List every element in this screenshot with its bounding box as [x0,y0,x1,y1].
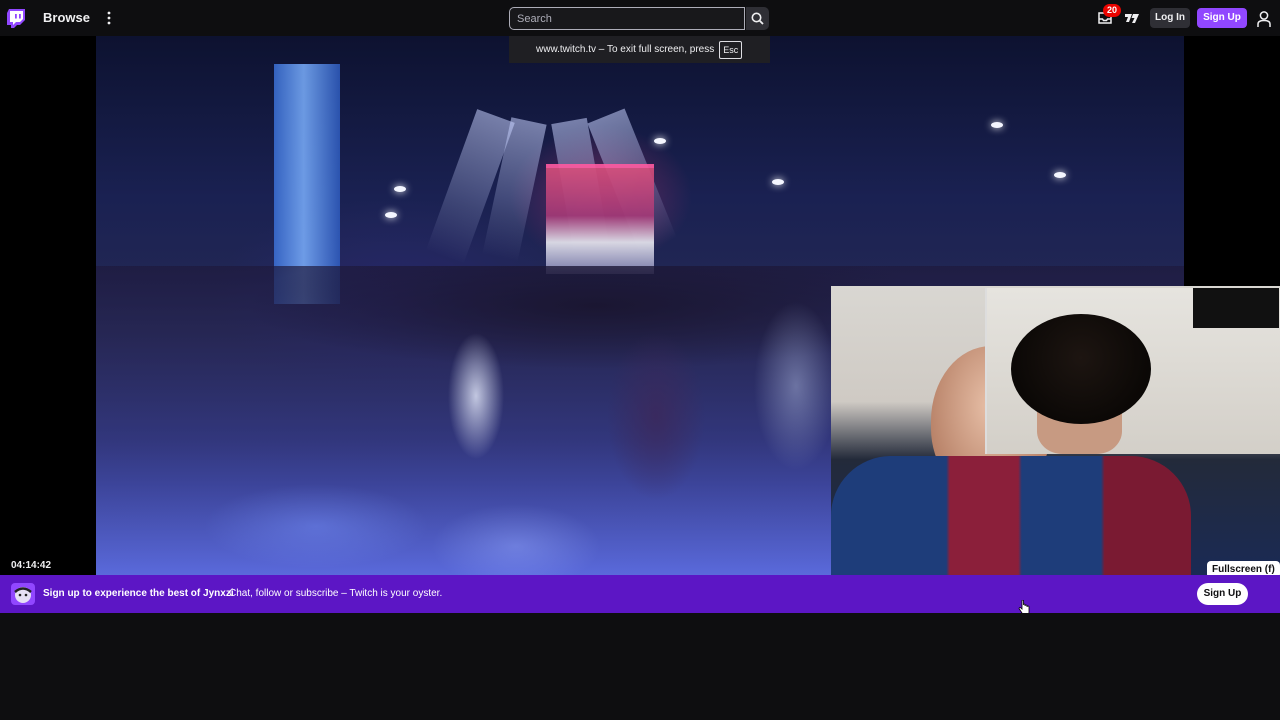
banner-subtitle: Chat, follow or subscribe – Twitch is yo… [229,588,443,599]
search-icon [751,12,764,25]
fullscreen-tooltip: Fullscreen (f) [1207,561,1280,575]
sign-up-button[interactable]: Sign Up [1197,8,1247,28]
fullscreen-notice-text: www.twitch.tv – To exit full screen, pre… [536,44,715,55]
streamer-webcam [831,286,1280,575]
esc-key-hint: Esc [719,40,743,59]
banner-sign-up-button[interactable]: Sign Up [1197,583,1248,605]
signup-banner: Sign up to experience the best of Jynxzi… [0,575,1280,613]
user-icon[interactable] [1256,10,1272,28]
search-button[interactable] [746,7,769,30]
top-navigation: Browse 20 Log In Sign Up [0,0,1280,36]
twitch-logo-icon[interactable] [7,9,25,28]
fullscreen-exit-notice: www.twitch.tv – To exit full screen, pre… [509,36,770,63]
stream-uptime: 04:14:42 [11,560,52,571]
log-in-button[interactable]: Log In [1150,8,1190,28]
webcam-inset [985,288,1280,454]
video-player[interactable]: 04:14:42 Fullscreen (f) [0,36,1280,575]
browse-link[interactable]: Browse [43,10,90,25]
streamer-avatar [11,583,35,605]
below-player-area [0,613,1280,720]
notification-badge: 20 [1103,4,1121,17]
more-vertical-icon[interactable] [102,9,116,27]
banner-title: Sign up to experience the best of Jynxzi [43,588,234,599]
search-input[interactable] [509,7,745,30]
prime-crown-icon[interactable] [1124,10,1140,26]
